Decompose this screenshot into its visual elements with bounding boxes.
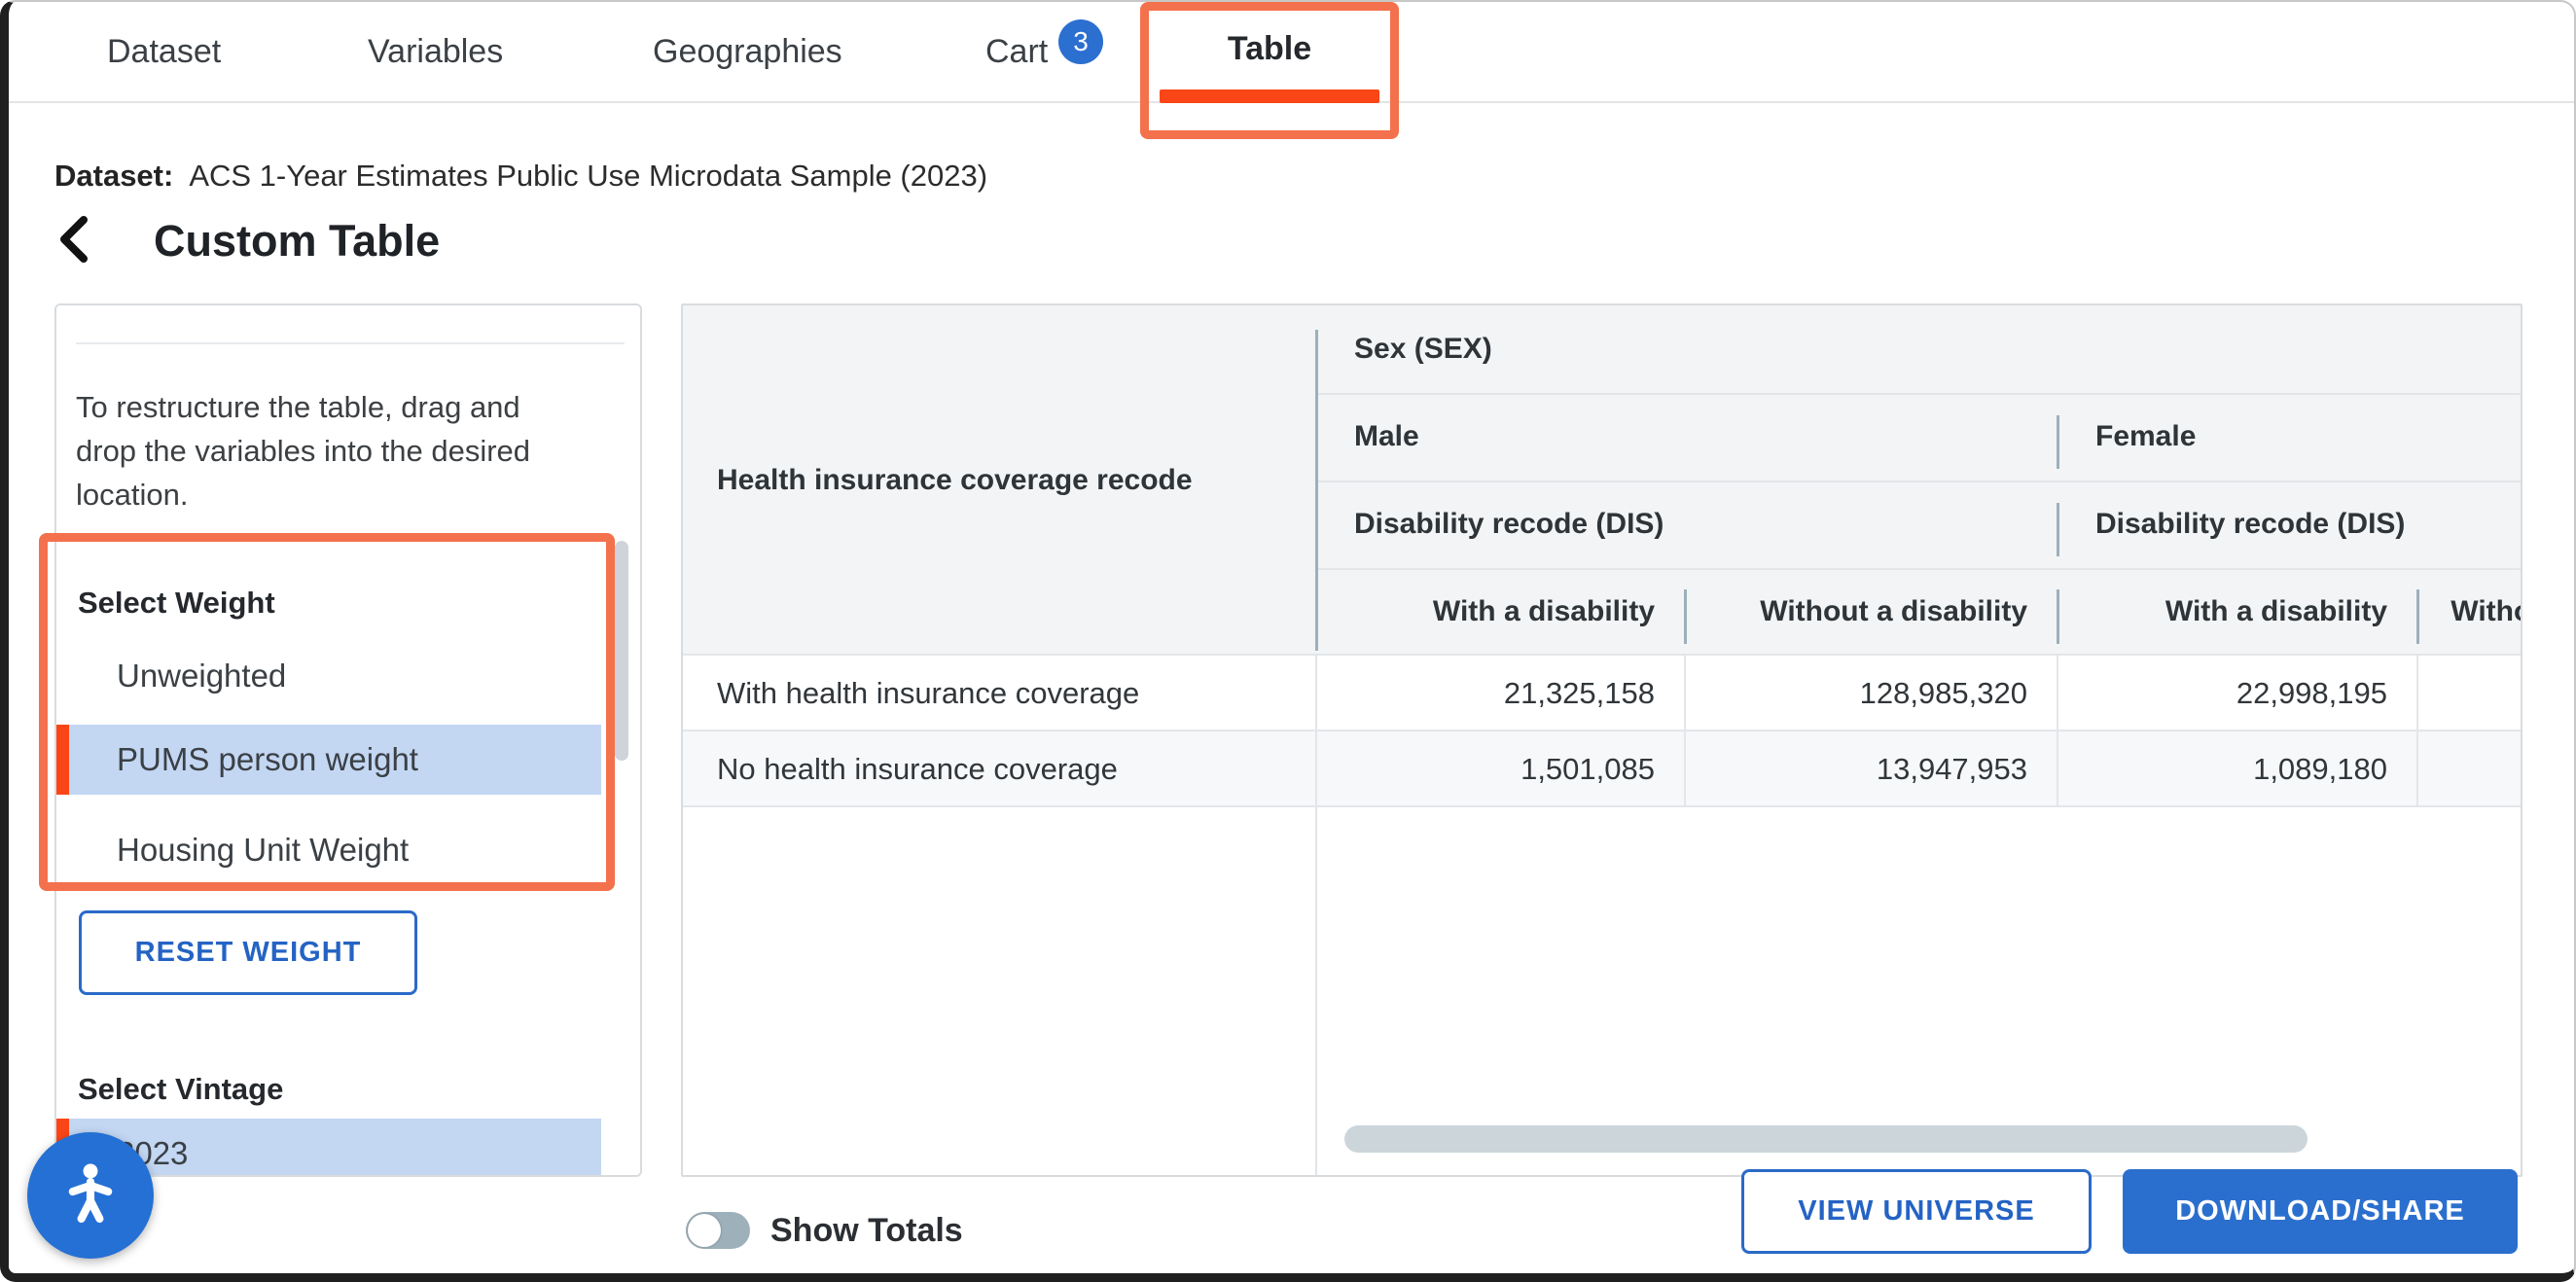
column-header-disability-female[interactable]: Disability recode (DIS) [2095, 481, 2405, 568]
sidebar-scrollbar[interactable] [615, 541, 628, 761]
group-divider [2057, 415, 2059, 469]
header-divider [1315, 481, 2522, 482]
back-chevron-icon [54, 254, 93, 270]
cell-border [1684, 656, 1686, 807]
sidebar-top-divider [76, 342, 625, 344]
tab-variables[interactable]: Variables [368, 0, 503, 103]
weight-option-label: Unweighted [117, 658, 286, 694]
cell-value [2416, 731, 2522, 807]
row-label: No health insurance coverage [717, 731, 1118, 807]
cell-border [2057, 656, 2058, 807]
cell-value: 13,947,953 [1684, 731, 2057, 807]
tab-cart[interactable]: Cart [985, 0, 1048, 103]
page-title: Custom Table [154, 216, 440, 267]
cell-border [1315, 656, 1317, 1177]
active-tab-underline [1160, 89, 1379, 103]
tab-dataset[interactable]: Dataset [107, 0, 221, 103]
table-horizontal-scrollbar[interactable] [1344, 1125, 2308, 1153]
column-header-with-disability-male[interactable]: With a disability [1315, 568, 1684, 656]
column-header-sex[interactable]: Sex (SEX) [1354, 305, 1492, 393]
download-share-button[interactable]: DOWNLOAD/SHARE [2123, 1169, 2518, 1254]
cell-value: 22,998,195 [2057, 656, 2416, 731]
weight-option-unweighted[interactable]: Unweighted [56, 641, 601, 711]
cell-value: 1,501,085 [1315, 731, 1684, 807]
subcolumn-divider [1684, 589, 1687, 644]
row-divider [683, 805, 2522, 807]
reset-weight-button[interactable]: RESET WEIGHT [79, 910, 417, 995]
app-window: Dataset Variables Geographies Cart 3 Tab… [0, 0, 2576, 1282]
accessibility-widget-button[interactable] [27, 1132, 154, 1259]
show-totals-toggle[interactable] [686, 1212, 750, 1249]
column-header-with-disability-female[interactable]: With a disability [2057, 568, 2416, 656]
table-row: With health insurance coverage 21,325,15… [683, 656, 2522, 731]
group-divider [2057, 503, 2059, 556]
weight-option-label: PUMS person weight [117, 725, 418, 795]
cell-value: 128,985,320 [1684, 656, 2057, 731]
accessibility-person-icon [53, 1157, 128, 1235]
selected-option-accent-bar [56, 725, 69, 795]
restructure-instructions: To restructure the table, drag and drop … [76, 385, 587, 516]
dataset-bar: Dataset: ACS 1-Year Estimates Public Use… [54, 152, 987, 200]
view-universe-button[interactable]: VIEW UNIVERSE [1741, 1169, 2092, 1254]
header-divider [1315, 568, 2522, 570]
column-header-male[interactable]: Male [1354, 393, 1419, 481]
cell-value: 21,325,158 [1315, 656, 1684, 731]
header-divider [1315, 393, 2522, 395]
dataset-label: Dataset: [54, 159, 173, 194]
subcolumn-divider [2416, 589, 2419, 644]
select-weight-heading: Select Weight [78, 586, 275, 621]
select-vintage-heading: Select Vintage [78, 1072, 283, 1107]
weight-option-label: Housing Unit Weight [117, 832, 409, 869]
weight-option-housing-unit-weight[interactable]: Housing Unit Weight [56, 815, 601, 885]
tab-table[interactable]: Table [1206, 0, 1333, 97]
row-dimension-header[interactable]: Health insurance coverage recode [717, 305, 1281, 656]
column-header-without-disability-female[interactable]: Without a disability [2416, 568, 2522, 656]
cell-value: 1,089,180 [2057, 731, 2416, 807]
stub-column-divider [1315, 330, 1318, 651]
table-row: No health insurance coverage 1,501,085 1… [683, 731, 2522, 807]
weight-option-pums-person-weight[interactable]: PUMS person weight [56, 725, 601, 795]
cart-count-badge: 3 [1058, 19, 1103, 64]
dataset-value: ACS 1-Year Estimates Public Use Microdat… [189, 159, 987, 194]
toggle-knob [688, 1214, 721, 1247]
table-options-sidebar: To restructure the table, drag and drop … [54, 303, 642, 1177]
cell-border [2416, 656, 2418, 807]
column-header-without-disability-male[interactable]: Without a disability [1684, 568, 2057, 656]
show-totals-label: Show Totals [770, 1212, 963, 1249]
column-header-female[interactable]: Female [2095, 393, 2196, 481]
subcolumn-divider [2057, 589, 2059, 644]
tab-geographies[interactable]: Geographies [653, 0, 842, 103]
cell-value [2416, 656, 2522, 731]
row-label: With health insurance coverage [717, 656, 1139, 731]
back-button[interactable] [54, 212, 97, 267]
custom-table-panel: Health insurance coverage recode Sex (SE… [681, 303, 2522, 1177]
column-header-disability-male[interactable]: Disability recode (DIS) [1354, 481, 1664, 568]
